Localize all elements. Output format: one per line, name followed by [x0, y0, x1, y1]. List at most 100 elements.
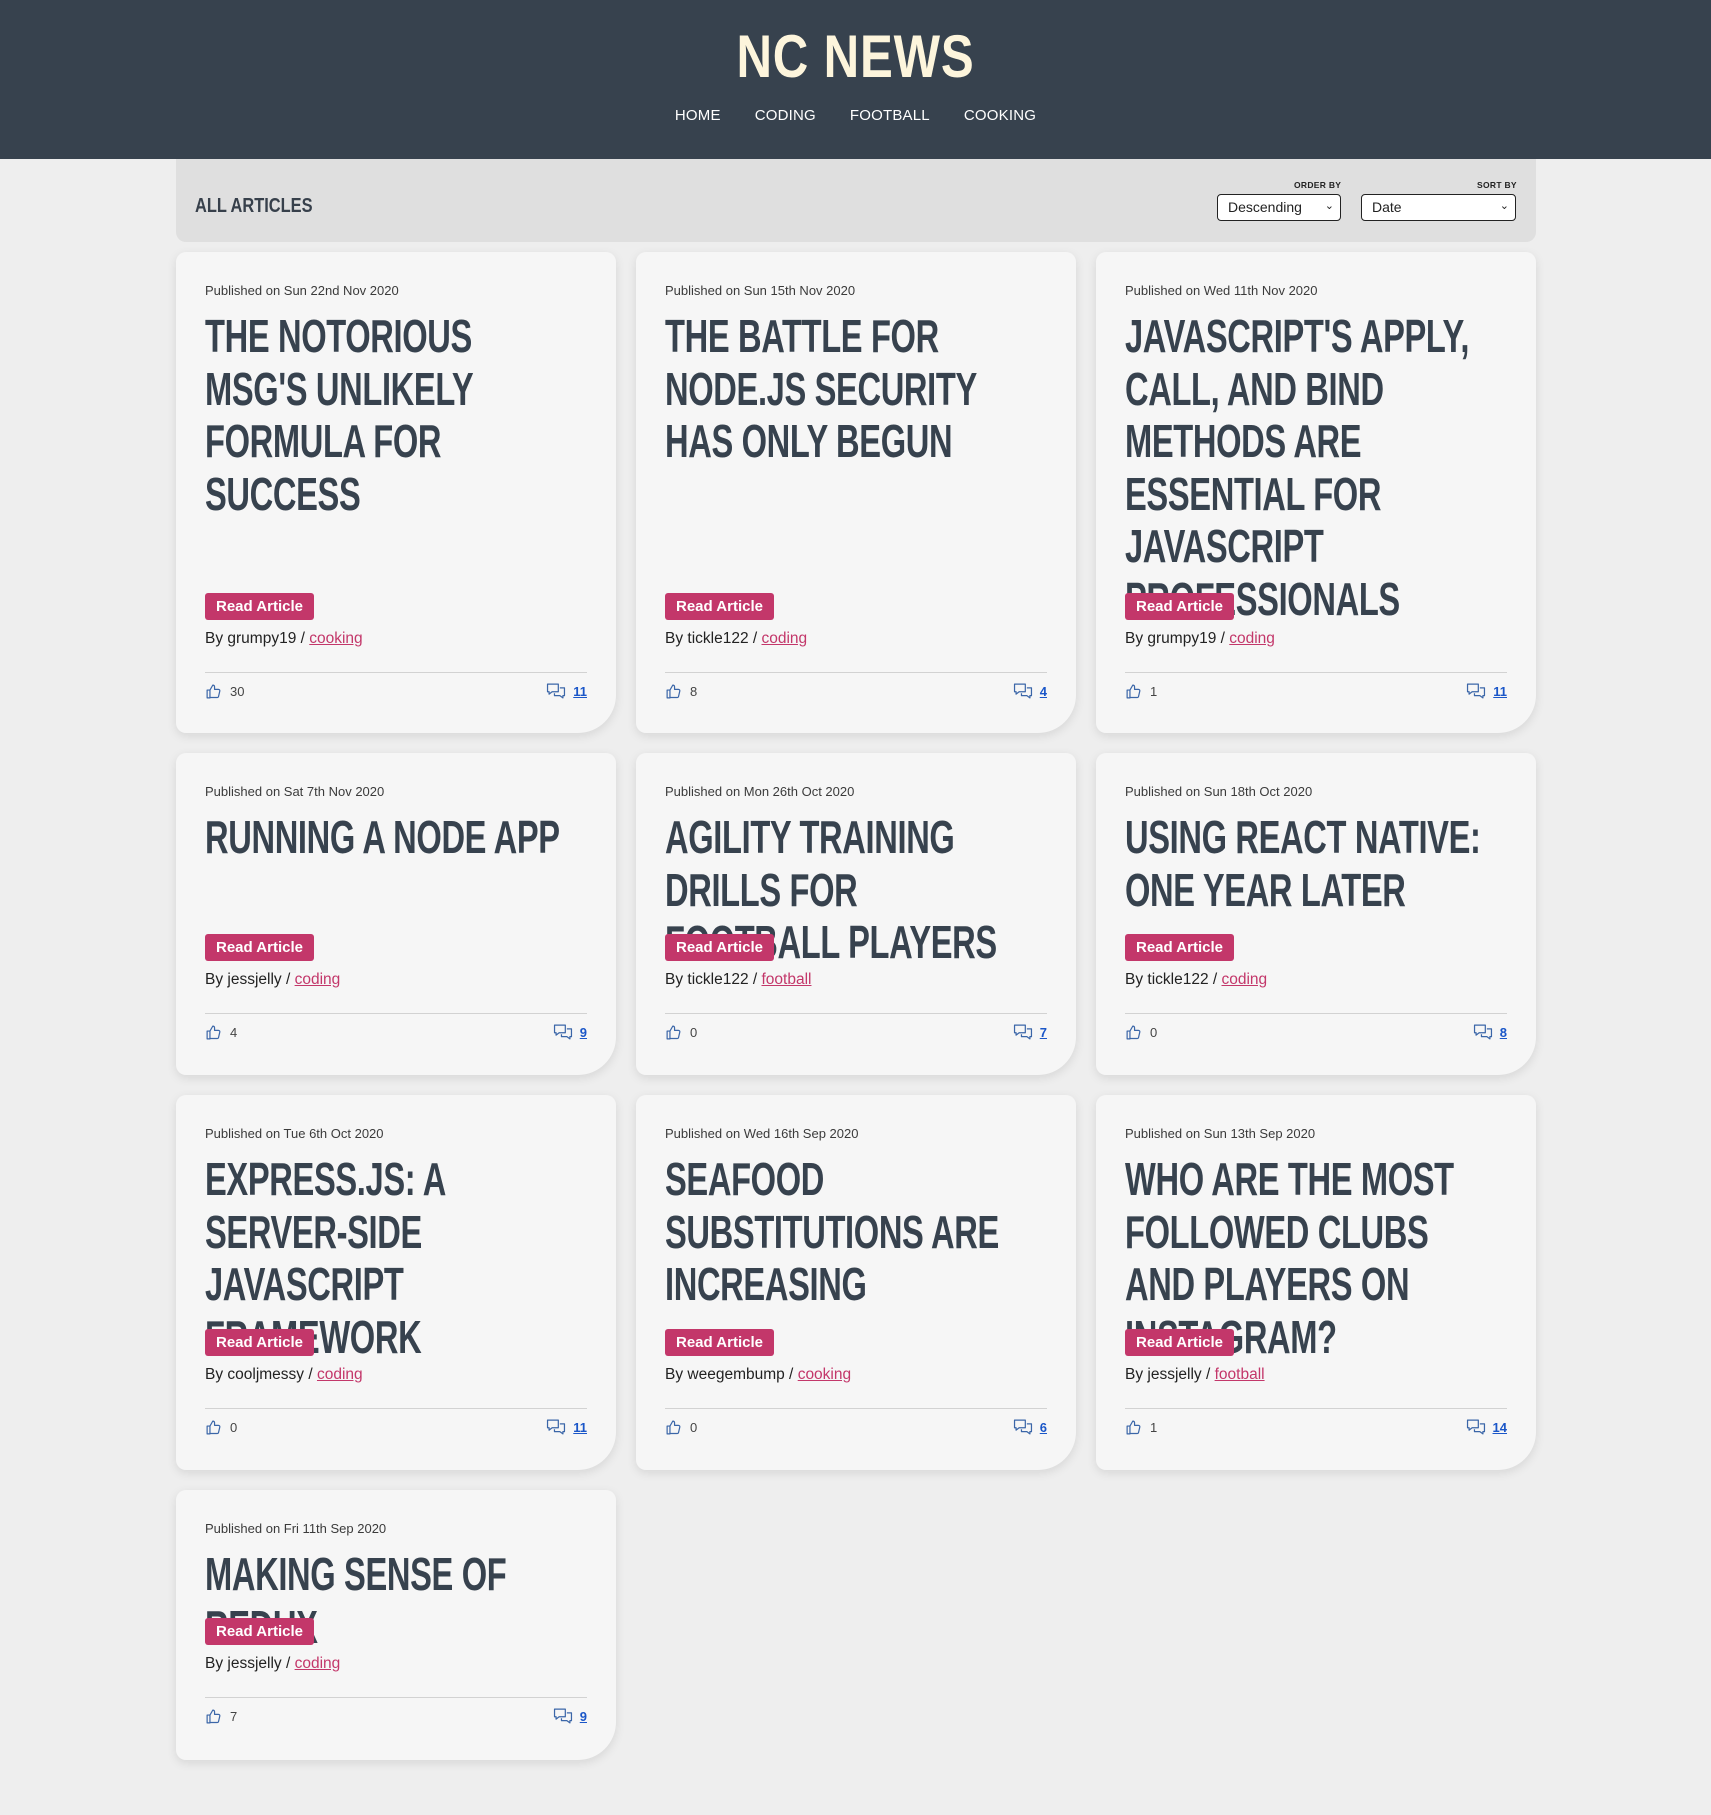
thumbs-up-icon[interactable]: [205, 1708, 222, 1725]
article-byline: By jessjelly / football: [1125, 1366, 1265, 1384]
comment-count-link[interactable]: 11: [573, 1420, 587, 1435]
article-topic-link[interactable]: cooking: [309, 630, 362, 647]
article-topic-link[interactable]: coding: [317, 1366, 363, 1383]
article-title[interactable]: Running a Node App: [205, 811, 574, 864]
article-topic-link[interactable]: football: [762, 971, 812, 988]
article-byline: By jessjelly / coding: [205, 1655, 340, 1673]
article-title[interactable]: The battle for Node.js security has only…: [665, 310, 1034, 468]
article-title[interactable]: The Notorious MSG's Unlikely Formula For…: [205, 310, 574, 520]
vote-count: 0: [690, 1025, 698, 1040]
comment-count-link[interactable]: 9: [580, 1025, 587, 1040]
thumbs-up-icon[interactable]: [665, 683, 682, 700]
article-topic-link[interactable]: coding: [295, 971, 341, 988]
article-topic-link[interactable]: coding: [762, 630, 808, 647]
read-article-button[interactable]: Read Article: [205, 1618, 314, 1645]
nav-coding[interactable]: CODING: [755, 107, 816, 124]
comments-icon[interactable]: [553, 1023, 573, 1041]
read-article-button[interactable]: Read Article: [665, 934, 774, 961]
comments-icon[interactable]: [1473, 1023, 1493, 1041]
comment-count-link[interactable]: 7: [1040, 1025, 1047, 1040]
vote-area: 0: [665, 1419, 697, 1436]
comment-count-link[interactable]: 11: [573, 684, 587, 699]
sort-by-select[interactable]: Date ⌄: [1361, 194, 1516, 221]
page-title: ALL ARTICLES: [195, 195, 313, 217]
site-logo[interactable]: NC NEWS: [154, 22, 1557, 91]
article-card: Published on Sun 22nd Nov 2020 The Notori…: [176, 252, 616, 733]
article-title[interactable]: JavaScript's Apply, Call, and Bind Metho…: [1125, 310, 1494, 625]
site-header: NC NEWS HOME CODING FOOTBALL COOKING: [0, 0, 1711, 159]
comments-icon[interactable]: [1013, 1023, 1033, 1041]
nav-cooking[interactable]: COOKING: [964, 107, 1036, 124]
comments-area: 6: [1013, 1418, 1047, 1436]
article-topic-link[interactable]: coding: [295, 1655, 341, 1672]
article-date: Published on Sun 13th Sep 2020: [1125, 1126, 1316, 1141]
comments-icon[interactable]: [1013, 1418, 1033, 1436]
card-divider: [1125, 1013, 1507, 1014]
article-topic-link[interactable]: coding: [1222, 971, 1268, 988]
thumbs-up-icon[interactable]: [1125, 1024, 1142, 1041]
vote-area: 7: [205, 1708, 237, 1725]
read-article-button[interactable]: Read Article: [1125, 593, 1234, 620]
article-topic-link[interactable]: football: [1215, 1366, 1265, 1383]
article-card: Published on Tue 6th Oct 2020 Express.js:…: [176, 1095, 616, 1470]
comment-count-link[interactable]: 8: [1500, 1025, 1507, 1040]
article-author: By jessjelly /: [1125, 1366, 1215, 1383]
card-divider: [205, 672, 587, 673]
comments-icon[interactable]: [546, 1418, 566, 1436]
read-article-button[interactable]: Read Article: [665, 593, 774, 620]
thumbs-up-icon[interactable]: [205, 1419, 222, 1436]
comments-icon[interactable]: [1013, 682, 1033, 700]
order-by-select[interactable]: Descending ⌄: [1217, 194, 1341, 221]
article-author: By grumpy19 /: [205, 630, 310, 647]
card-divider: [665, 1013, 1047, 1014]
read-article-button[interactable]: Read Article: [205, 1329, 314, 1356]
nav-football[interactable]: FOOTBALL: [850, 107, 930, 124]
article-title[interactable]: Using React Native: One Year Later: [1125, 811, 1494, 916]
comments-area: 11: [1466, 682, 1507, 700]
read-article-button[interactable]: Read Article: [1125, 1329, 1234, 1356]
comment-count-link[interactable]: 4: [1040, 684, 1047, 699]
thumbs-up-icon[interactable]: [1125, 1419, 1142, 1436]
read-article-button[interactable]: Read Article: [205, 593, 314, 620]
thumbs-up-icon[interactable]: [665, 1024, 682, 1041]
comments-icon[interactable]: [1466, 1418, 1486, 1436]
article-card: Published on Wed 11th Nov 2020 JavaScript…: [1096, 252, 1536, 733]
nav-home[interactable]: HOME: [675, 107, 721, 124]
sort-by-value: Date: [1372, 199, 1402, 215]
main-nav: HOME CODING FOOTBALL COOKING: [0, 107, 1711, 124]
comments-area: 11: [546, 1418, 587, 1436]
comment-count-link[interactable]: 14: [1493, 1420, 1507, 1435]
article-author: By cooljmessy /: [205, 1366, 317, 1383]
comment-count-link[interactable]: 11: [1493, 684, 1507, 699]
article-topic-link[interactable]: coding: [1229, 630, 1275, 647]
article-byline: By tickle122 / football: [665, 971, 811, 989]
article-author: By jessjelly /: [205, 971, 295, 988]
card-divider: [205, 1013, 587, 1014]
vote-count: 0: [690, 1420, 698, 1435]
article-date: Published on Wed 11th Nov 2020: [1125, 283, 1318, 298]
comments-area: 7: [1013, 1023, 1047, 1041]
read-article-button[interactable]: Read Article: [205, 934, 314, 961]
vote-area: 8: [665, 683, 697, 700]
comment-count-link[interactable]: 6: [1040, 1420, 1047, 1435]
article-card: Published on Fri 11th Sep 2020 Making sen…: [176, 1490, 616, 1760]
vote-count: 0: [1150, 1025, 1158, 1040]
article-author: By weegembump /: [665, 1366, 798, 1383]
read-article-button[interactable]: Read Article: [665, 1329, 774, 1356]
sort-by-label: SORT BY: [1477, 180, 1517, 190]
thumbs-up-icon[interactable]: [1125, 683, 1142, 700]
article-author: By grumpy19 /: [1125, 630, 1230, 647]
comments-icon[interactable]: [546, 682, 566, 700]
thumbs-up-icon[interactable]: [665, 1419, 682, 1436]
thumbs-up-icon[interactable]: [205, 1024, 222, 1041]
order-by-value: Descending: [1228, 199, 1302, 215]
article-title[interactable]: Seafood substitutions are increasing: [665, 1153, 1034, 1311]
article-byline: By tickle122 / coding: [1125, 971, 1267, 989]
comment-count-link[interactable]: 9: [580, 1709, 587, 1724]
chevron-down-icon: ⌄: [1324, 200, 1334, 212]
comments-icon[interactable]: [553, 1707, 573, 1725]
read-article-button[interactable]: Read Article: [1125, 934, 1234, 961]
article-topic-link[interactable]: cooking: [798, 1366, 851, 1383]
comments-icon[interactable]: [1466, 682, 1486, 700]
thumbs-up-icon[interactable]: [205, 683, 222, 700]
